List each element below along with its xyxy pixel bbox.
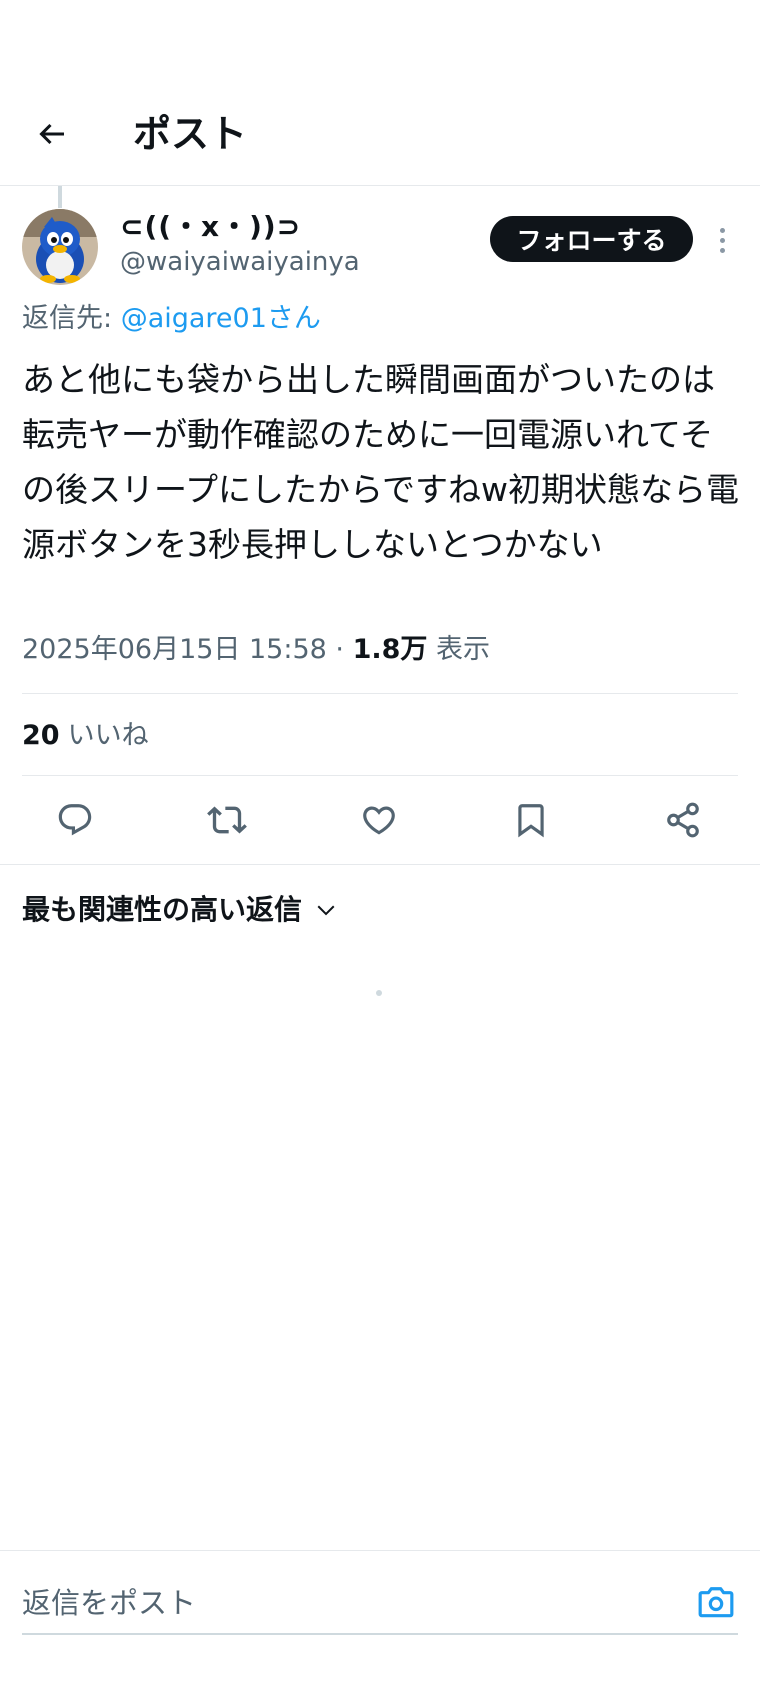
- camera-icon: [698, 1587, 734, 1618]
- post-action-bar: [0, 792, 760, 848]
- reply-to-mention-link[interactable]: @aigare01さん: [121, 303, 321, 334]
- heart-icon: [363, 806, 395, 835]
- more-options-button[interactable]: [712, 220, 732, 260]
- repost-icon: [207, 806, 247, 834]
- follow-button[interactable]: フォローする: [490, 216, 693, 262]
- post-timestamp[interactable]: 2025年06月15日 15:58: [22, 634, 327, 665]
- avatar[interactable]: [22, 209, 98, 285]
- reply-button[interactable]: [47, 792, 103, 848]
- bookmark-button[interactable]: [503, 792, 559, 848]
- likes-label: いいね: [67, 720, 149, 751]
- views-count: 1.8万: [352, 634, 428, 665]
- divider: [22, 775, 738, 776]
- likes-summary[interactable]: 20 いいね: [22, 716, 149, 756]
- reply-to-line: 返信先: @aigare01さん: [22, 300, 321, 338]
- share-button[interactable]: [655, 792, 711, 848]
- back-button[interactable]: [30, 112, 74, 156]
- share-icon: [667, 802, 699, 838]
- author-display-name[interactable]: ⊂((・x・))⊃: [120, 210, 301, 244]
- reply-icon: [58, 804, 92, 836]
- more-vertical-icon: [719, 227, 725, 233]
- author-handle[interactable]: @waiyaiwaiyainya: [120, 245, 360, 279]
- loading-indicator: [376, 990, 382, 996]
- bookmark-icon: [518, 804, 544, 838]
- camera-button[interactable]: [694, 1581, 738, 1625]
- reply-to-prefix: 返信先:: [22, 303, 121, 334]
- likes-count: 20: [22, 720, 60, 751]
- divider: [22, 693, 738, 694]
- reply-sort-label: 最も関連性の高い返信: [22, 893, 303, 926]
- repost-button[interactable]: [199, 792, 255, 848]
- thread-connector-line: [58, 186, 62, 208]
- divider: [0, 864, 760, 865]
- arrow-left-icon: [39, 123, 64, 145]
- top-bar: ポスト: [0, 0, 760, 186]
- reply-composer: [0, 1550, 760, 1689]
- post-meta: 2025年06月15日 15:58 · 1.8万 表示: [22, 630, 490, 670]
- reply-sort-dropdown[interactable]: 最も関連性の高い返信: [22, 890, 338, 930]
- composer-underline: [22, 1633, 738, 1635]
- reply-input[interactable]: [22, 1579, 662, 1627]
- chevron-down-icon: [317, 905, 335, 916]
- meta-separator: ·: [326, 634, 353, 665]
- more-vertical-icon-dot: [719, 247, 725, 253]
- page-title: ポスト: [133, 112, 248, 156]
- more-vertical-icon-dot: [719, 237, 725, 243]
- like-button[interactable]: [351, 792, 407, 848]
- post-text: あと他にも袋から出した瞬間画面がついたのは転売ヤーが動作確認のために一回電源いれ…: [22, 360, 740, 564]
- avatar-penguin-image: [22, 209, 98, 285]
- views-label: 表示: [427, 634, 491, 665]
